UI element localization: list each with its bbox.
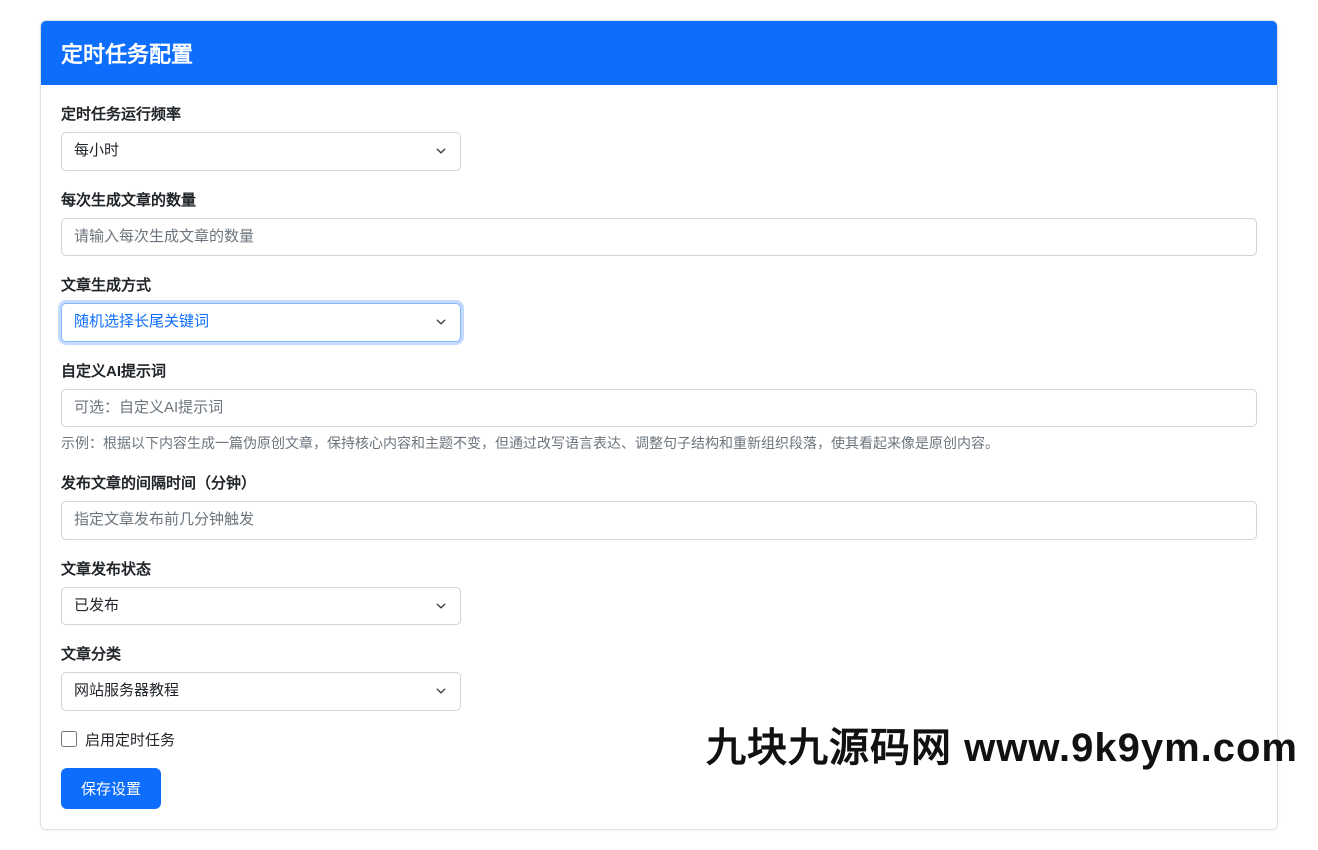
card-header: 定时任务配置 xyxy=(41,21,1277,85)
select-frequency[interactable]: 每小时 xyxy=(61,132,461,171)
label-article-count: 每次生成文章的数量 xyxy=(61,189,1257,210)
select-category[interactable]: 网站服务器教程 xyxy=(61,672,461,711)
input-ai-prompt[interactable] xyxy=(61,389,1257,428)
label-frequency: 定时任务运行频率 xyxy=(61,103,1257,124)
field-interval: 发布文章的间隔时间（分钟） xyxy=(61,472,1257,540)
select-publish-status[interactable]: 已发布 xyxy=(61,587,461,626)
field-generate-method: 文章生成方式 随机选择长尾关键词 xyxy=(61,274,1257,342)
input-interval[interactable] xyxy=(61,501,1257,540)
config-card: 定时任务配置 定时任务运行频率 每小时 每次生成文章的数量 文章生成方式 随机选… xyxy=(40,20,1278,830)
label-generate-method: 文章生成方式 xyxy=(61,274,1257,295)
field-publish-status: 文章发布状态 已发布 xyxy=(61,558,1257,626)
input-article-count[interactable] xyxy=(61,218,1257,257)
field-frequency: 定时任务运行频率 每小时 xyxy=(61,103,1257,171)
label-publish-status: 文章发布状态 xyxy=(61,558,1257,579)
label-enable-task: 启用定时任务 xyxy=(85,729,175,750)
field-enable-task: 启用定时任务 xyxy=(61,729,1257,750)
label-interval: 发布文章的间隔时间（分钟） xyxy=(61,472,1257,493)
label-category: 文章分类 xyxy=(61,643,1257,664)
save-button[interactable]: 保存设置 xyxy=(61,768,161,809)
label-ai-prompt: 自定义AI提示词 xyxy=(61,360,1257,381)
card-title: 定时任务配置 xyxy=(61,42,193,67)
field-category: 文章分类 网站服务器教程 xyxy=(61,643,1257,711)
checkbox-enable-task[interactable] xyxy=(61,731,77,747)
help-ai-prompt: 示例：根据以下内容生成一篇伪原创文章，保持核心内容和主题不变，但通过改写语言表达… xyxy=(61,433,1257,454)
field-ai-prompt: 自定义AI提示词 示例：根据以下内容生成一篇伪原创文章，保持核心内容和主题不变，… xyxy=(61,360,1257,455)
field-article-count: 每次生成文章的数量 xyxy=(61,189,1257,257)
select-generate-method[interactable]: 随机选择长尾关键词 xyxy=(61,303,461,342)
card-body: 定时任务运行频率 每小时 每次生成文章的数量 文章生成方式 随机选择长尾关键词 … xyxy=(41,85,1277,829)
